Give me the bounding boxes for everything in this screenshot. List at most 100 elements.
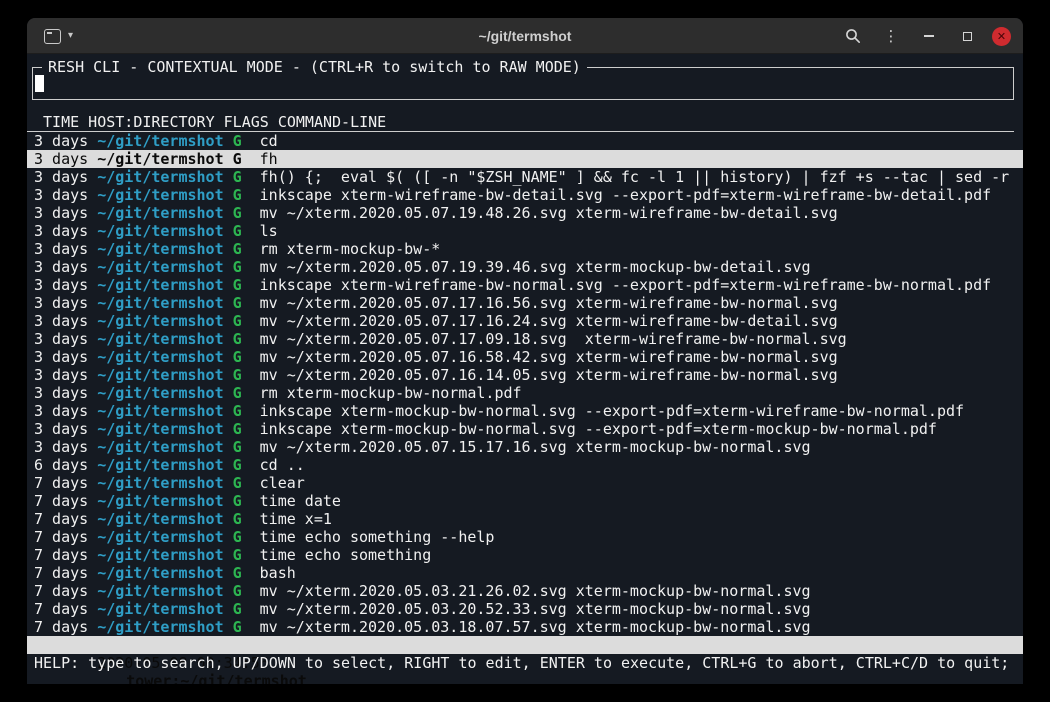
new-tab-button[interactable]: ▾ xyxy=(40,26,77,47)
row-command: mv ~/xterm.2020.05.07.17.09.18.svg xterm… xyxy=(260,330,847,348)
history-row[interactable]: 3 days~/git/termshotGmv ~/xterm.2020.05.… xyxy=(27,366,1023,384)
history-row[interactable]: 7 days ~/git/termshot Gtime x=1 xyxy=(27,510,1023,528)
row-flag: G xyxy=(233,276,242,294)
restore-button[interactable] xyxy=(956,25,978,47)
row-command: mv ~/xterm.2020.05.07.17.16.24.svg xterm… xyxy=(260,312,838,330)
row-command: rm xterm-mockup-bw-* xyxy=(260,240,441,258)
history-row[interactable]: 6 days~/git/termshotGcd .. xyxy=(27,456,1023,474)
close-button[interactable]: ✕ xyxy=(992,27,1011,46)
row-time: 3 days xyxy=(34,438,88,456)
row-directory: ~/git/termshot xyxy=(97,564,223,582)
row-directory: ~/git/termshot xyxy=(97,384,223,402)
row-time: 3 days xyxy=(34,348,88,366)
row-directory: ~/git/termshot xyxy=(97,510,223,528)
row-time: 7 days xyxy=(34,492,88,510)
status-bar: 2020-05-08 00:34:56 tower:~/git/termshot… xyxy=(27,636,1023,654)
history-row[interactable]: 3 days~/git/termshotGmv ~/xterm.2020.05.… xyxy=(27,204,1023,222)
history-row[interactable]: 3 days~/git/termshotGmv ~/xterm.2020.05.… xyxy=(27,438,1023,456)
history-row[interactable]: 7 days~/git/termshotGtime echo something… xyxy=(27,528,1023,546)
row-time: 3 days xyxy=(34,420,88,438)
history-row[interactable]: 7 days~/git/termshotGmv ~/xterm.2020.05.… xyxy=(27,618,1023,636)
row-time: 7 days xyxy=(34,528,88,546)
row-directory: ~/git/termshot xyxy=(97,186,223,204)
history-row[interactable]: 3 days~/git/termshotGcd xyxy=(27,132,1023,150)
status-host-dir: tower:~/git/termshot xyxy=(126,672,307,684)
row-flag: G xyxy=(233,528,242,546)
history-row[interactable]: 3 days~/git/termshotGls xyxy=(27,222,1023,240)
history-row[interactable]: 3 days~/git/termshotGinkscape xterm-mock… xyxy=(27,402,1023,420)
row-flag: G xyxy=(233,168,242,186)
row-time: 3 days xyxy=(34,276,88,294)
row-time: 3 days xyxy=(34,150,88,168)
row-directory: ~/git/termshot xyxy=(97,258,223,276)
row-command: fh() {; eval $( ([ -n "$ZSH_NAME" ] && f… xyxy=(260,168,1010,186)
search-icon xyxy=(845,28,861,44)
history-row[interactable]: 3 days~/git/termshotGfh() {; eval $( ([ … xyxy=(27,168,1023,186)
row-directory: ~/git/termshot xyxy=(97,582,223,600)
row-command: rm xterm-mockup-bw-normal.pdf xyxy=(260,384,522,402)
history-row[interactable]: 7 days~/git/termshotGclear xyxy=(27,474,1023,492)
history-row[interactable]: 3 days~/git/termshotGinkscape xterm-wire… xyxy=(27,276,1023,294)
restore-icon xyxy=(963,32,972,41)
history-row[interactable]: 3 days~/git/termshotGmv ~/xterm.2020.05.… xyxy=(27,294,1023,312)
titlebar[interactable]: ▾ ~/git/termshot ⋮ ✕ xyxy=(27,18,1023,54)
row-flag: G xyxy=(233,240,242,258)
row-command: inkscape xterm-mockup-bw-normal.svg --ex… xyxy=(260,402,964,420)
history-row[interactable]: 3 days~/git/termshotGinkscape xterm-mock… xyxy=(27,420,1023,438)
row-time: 3 days xyxy=(34,366,88,384)
history-row[interactable]: 3 days~/git/termshotGmv ~/xterm.2020.05.… xyxy=(27,312,1023,330)
row-flag: G xyxy=(233,618,242,636)
history-row[interactable]: 7 days~/git/termshotGtime echo something xyxy=(27,546,1023,564)
history-row[interactable]: 7 days~/git/termshotGmv ~/xterm.2020.05.… xyxy=(27,582,1023,600)
row-time: 7 days xyxy=(34,510,88,528)
row-command: inkscape xterm-mockup-bw-normal.svg --ex… xyxy=(260,420,937,438)
row-time: 3 days xyxy=(34,186,88,204)
history-row[interactable]: 3 days ~/git/termshot Grm xterm-mockup-bw-… xyxy=(27,384,1023,402)
row-directory: ~/git/termshot xyxy=(97,546,223,564)
row-command: cd xyxy=(260,132,278,150)
row-time: 7 days xyxy=(34,600,88,618)
row-time: 7 days xyxy=(34,582,88,600)
row-command: mv ~/xterm.2020.05.07.15.17.16.svg xterm… xyxy=(260,438,811,456)
history-row[interactable]: 3 days~/git/termshotGfh xyxy=(27,150,1023,168)
row-command: mv ~/xterm.2020.05.07.19.48.26.svg xterm… xyxy=(260,204,838,222)
row-command: clear xyxy=(260,474,305,492)
row-directory: ~/git/termshot xyxy=(97,204,223,222)
row-time: 3 days xyxy=(34,168,88,186)
row-flag: G xyxy=(233,600,242,618)
row-command: time echo something --help xyxy=(260,528,495,546)
row-directory: ~/git/termshot xyxy=(97,222,223,240)
text-cursor xyxy=(35,75,44,92)
history-row[interactable]: 7 days~/git/termshotGtime date xyxy=(27,492,1023,510)
row-time: 7 days xyxy=(34,564,88,582)
row-command: time x=1 xyxy=(260,510,332,528)
row-command: ls xyxy=(260,222,278,240)
row-flag: G xyxy=(233,384,242,402)
history-row[interactable]: 7 days~/git/termshotGbash xyxy=(27,564,1023,582)
history-row[interactable]: 3 days~/git/termshotGmv ~/xterm.2020.05.… xyxy=(27,258,1023,276)
history-row[interactable]: 7 days~/git/termshotGmv ~/xterm.2020.05.… xyxy=(27,600,1023,618)
menu-button[interactable]: ⋮ xyxy=(880,25,902,47)
row-flag: G xyxy=(233,294,242,312)
row-directory: ~/git/termshot xyxy=(97,474,223,492)
search-button[interactable] xyxy=(842,25,864,47)
row-flag: G xyxy=(233,366,242,384)
row-directory: ~/git/termshot xyxy=(97,348,223,366)
terminal-content[interactable]: RESH CLI - CONTEXTUAL MODE - (CTRL+R to … xyxy=(27,54,1023,684)
history-list: 3 days~/git/termshotGcd3 days~/git/terms… xyxy=(27,132,1023,636)
history-row[interactable]: 3 days~/git/termshotGmv ~/xterm.2020.05.… xyxy=(27,330,1023,348)
row-flag: G xyxy=(233,582,242,600)
minimize-button[interactable] xyxy=(918,25,940,47)
history-row[interactable]: 3 days~/git/termshotGrm xterm-mockup-bw-… xyxy=(27,240,1023,258)
row-flag: G xyxy=(233,132,242,150)
row-command: cd .. xyxy=(260,456,305,474)
history-row[interactable]: 3 days~/git/termshotGinkscape xterm-wire… xyxy=(27,186,1023,204)
row-command: mv ~/xterm.2020.05.07.16.14.05.svg xterm… xyxy=(260,366,838,384)
row-directory: ~/git/termshot xyxy=(97,276,223,294)
row-time: 3 days xyxy=(34,384,88,402)
search-input-frame[interactable]: RESH CLI - CONTEXTUAL MODE - (CTRL+R to … xyxy=(32,67,1014,100)
row-time: 7 days xyxy=(34,618,88,636)
history-row[interactable]: 3 days~/git/termshotGmv ~/xterm.2020.05.… xyxy=(27,348,1023,366)
row-flag: G xyxy=(233,510,242,528)
frame-title: RESH CLI - CONTEXTUAL MODE - (CTRL+R to … xyxy=(42,58,587,76)
